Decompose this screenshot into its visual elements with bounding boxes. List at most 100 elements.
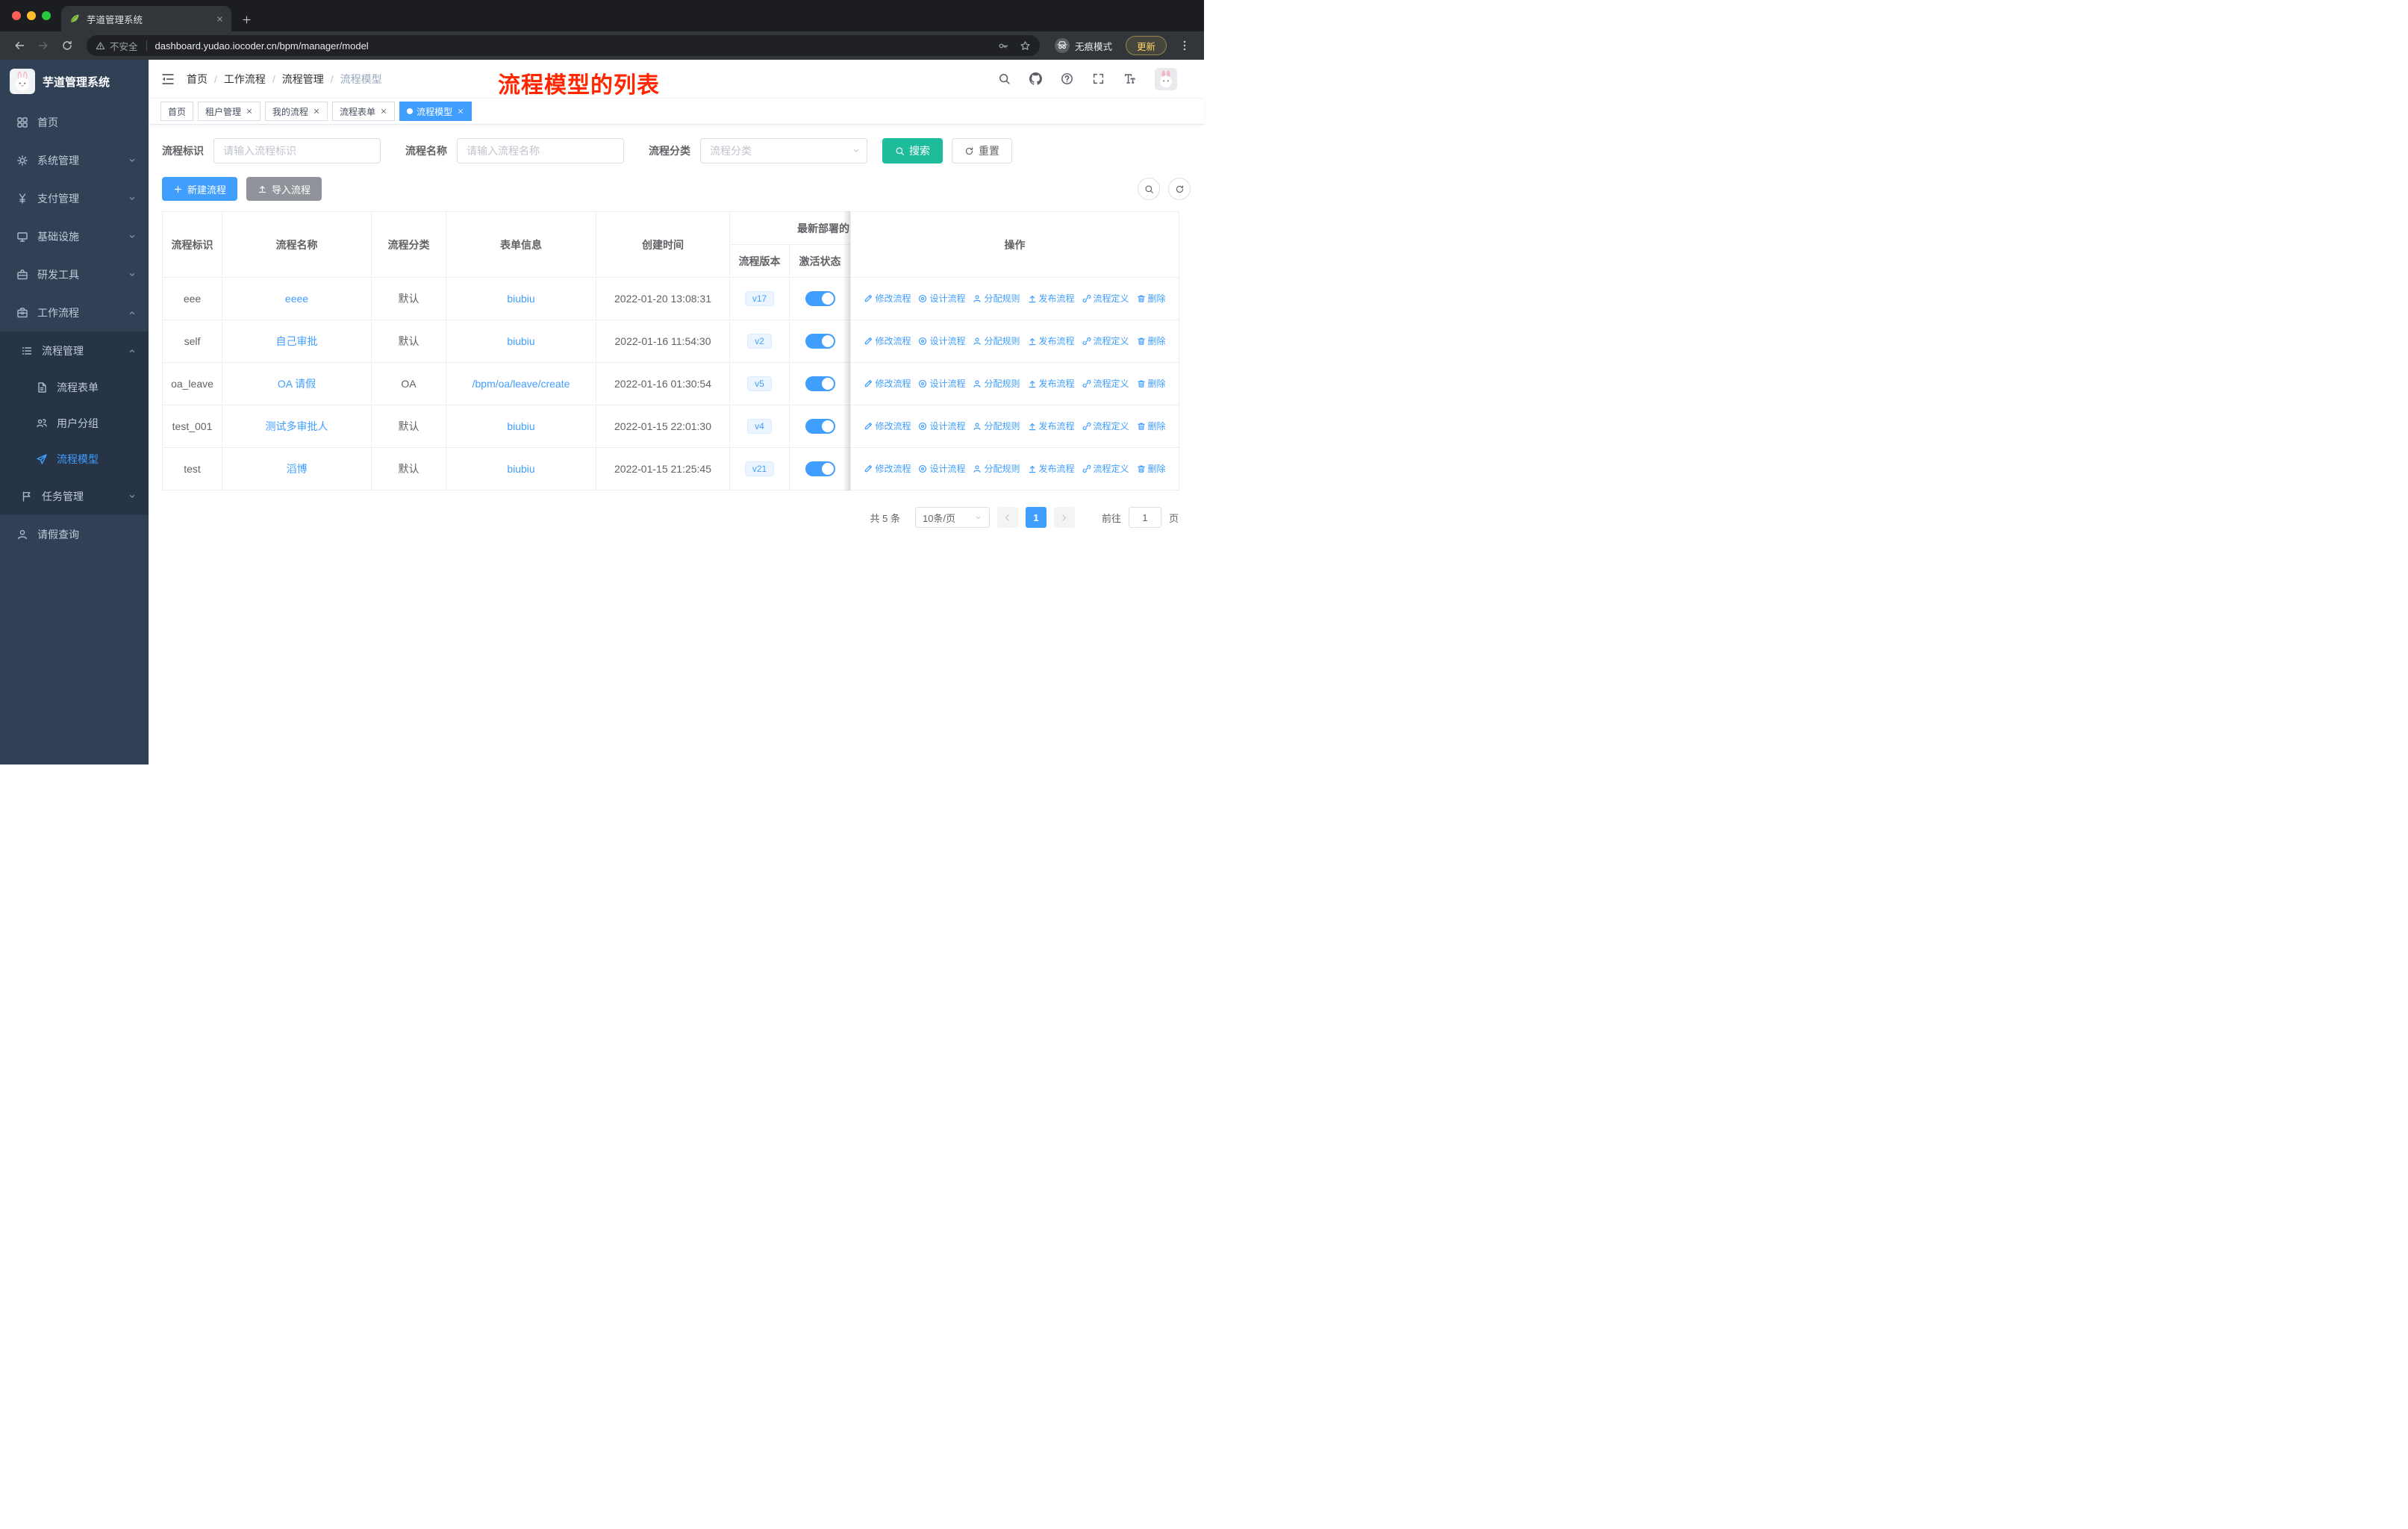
form-link[interactable]: biubiu (507, 420, 534, 432)
back-icon[interactable] (9, 35, 30, 56)
op-design[interactable]: 设计流程 (918, 420, 965, 432)
import-process-button[interactable]: 导入流程 (246, 177, 322, 201)
window-zoom-button[interactable] (42, 11, 51, 20)
op-assign[interactable]: 分配规则 (973, 334, 1020, 347)
op-assign[interactable]: 分配规则 (973, 292, 1020, 305)
sidebar-item-5[interactable]: 工作流程 (0, 293, 149, 331)
process-name-link[interactable]: 测试多审批人 (266, 420, 328, 432)
op-design[interactable]: 设计流程 (918, 334, 965, 347)
op-edit[interactable]: 修改流程 (864, 462, 911, 475)
process-name-link[interactable]: 滔博 (287, 463, 308, 475)
op-definition[interactable]: 流程定义 (1082, 420, 1129, 432)
page-size-select[interactable]: 10条/页 (914, 507, 990, 528)
op-definition[interactable]: 流程定义 (1082, 377, 1129, 390)
sidebar-item-3[interactable]: 基础设施 (0, 217, 149, 255)
browser-tab[interactable]: 芋道管理系统 (61, 6, 231, 31)
op-edit[interactable]: 修改流程 (864, 292, 911, 305)
hamburger-icon[interactable] (160, 72, 175, 87)
refresh-table-button[interactable] (1168, 178, 1191, 200)
sidebar-item-leave-query[interactable]: 请假查询 (0, 515, 149, 553)
sidebar-subitem-流程表单[interactable]: 流程表单 (0, 370, 149, 405)
close-icon[interactable] (457, 108, 464, 115)
breadcrumb-item-1[interactable]: 工作流程 (224, 72, 266, 87)
sidebar-item-task-mgmt[interactable]: 任务管理 (0, 477, 149, 515)
op-edit[interactable]: 修改流程 (864, 334, 911, 347)
close-icon[interactable] (246, 108, 253, 115)
sidebar-subitem-用户分组[interactable]: 用户分组 (0, 405, 149, 441)
window-close-button[interactable] (12, 11, 21, 20)
tag-租户管理[interactable]: 租户管理 (198, 102, 261, 121)
process-name-link[interactable]: OA 请假 (278, 378, 316, 390)
form-link[interactable]: biubiu (507, 293, 534, 305)
category-select[interactable] (700, 138, 867, 164)
sidebar-item-process-mgmt[interactable]: 流程管理 (0, 331, 149, 370)
breadcrumb-item-2[interactable]: 流程管理 (282, 72, 324, 87)
op-edit[interactable]: 修改流程 (864, 420, 911, 432)
goto-page-input[interactable] (1128, 507, 1161, 528)
search-icon[interactable] (998, 72, 1011, 85)
tag-我的流程[interactable]: 我的流程 (265, 102, 328, 121)
op-design[interactable]: 设计流程 (918, 462, 965, 475)
address-bar[interactable]: 不安全 dashboard.yudao.iocoder.cn/bpm/manag… (87, 35, 1040, 56)
op-delete[interactable]: 删除 (1137, 420, 1166, 432)
form-link[interactable]: biubiu (507, 335, 534, 347)
next-page-button[interactable] (1053, 507, 1075, 528)
op-design[interactable]: 设计流程 (918, 292, 965, 305)
op-design[interactable]: 设计流程 (918, 377, 965, 390)
op-publish[interactable]: 发布流程 (1028, 420, 1075, 432)
op-definition[interactable]: 流程定义 (1082, 292, 1129, 305)
sidebar-subitem-流程模型[interactable]: 流程模型 (0, 441, 149, 477)
question-icon[interactable] (1061, 72, 1073, 85)
process-name-input[interactable] (457, 138, 624, 164)
create-process-button[interactable]: 新建流程 (162, 177, 238, 201)
fullscreen-icon[interactable] (1092, 72, 1105, 85)
more-vert-icon[interactable] (1174, 35, 1195, 56)
github-icon[interactable] (1029, 72, 1042, 85)
active-toggle[interactable] (805, 334, 835, 349)
form-link[interactable]: biubiu (507, 463, 534, 475)
op-publish[interactable]: 发布流程 (1028, 292, 1075, 305)
breadcrumb-item-3[interactable]: 流程模型 (340, 72, 382, 87)
active-toggle[interactable] (805, 419, 835, 434)
key-icon[interactable] (998, 40, 1009, 52)
op-definition[interactable]: 流程定义 (1082, 462, 1129, 475)
update-button[interactable]: 更新 (1125, 36, 1167, 55)
active-toggle[interactable] (805, 376, 835, 391)
avatar[interactable] (1155, 67, 1177, 90)
op-assign[interactable]: 分配规则 (973, 420, 1020, 432)
tag-首页[interactable]: 首页 (160, 102, 194, 121)
op-delete[interactable]: 删除 (1137, 462, 1166, 475)
op-definition[interactable]: 流程定义 (1082, 334, 1129, 347)
op-delete[interactable]: 删除 (1137, 292, 1166, 305)
window-minimize-button[interactable] (27, 11, 36, 20)
search-button[interactable]: 搜索 (882, 138, 943, 164)
sidebar-item-4[interactable]: 研发工具 (0, 255, 149, 293)
close-icon[interactable] (380, 108, 387, 115)
reload-icon[interactable] (57, 35, 78, 56)
close-icon[interactable] (313, 108, 320, 115)
star-icon[interactable] (1020, 40, 1031, 52)
new-tab-button[interactable] (242, 15, 252, 25)
form-link[interactable]: /bpm/oa/leave/create (472, 378, 570, 390)
sidebar-item-0[interactable]: 首页 (0, 103, 149, 141)
reset-button[interactable]: 重置 (952, 138, 1012, 164)
sidebar-item-2[interactable]: 支付管理 (0, 179, 149, 217)
process-name-link[interactable]: 自己审批 (276, 335, 318, 347)
op-assign[interactable]: 分配规则 (973, 377, 1020, 390)
op-publish[interactable]: 发布流程 (1028, 462, 1075, 475)
forward-icon[interactable] (33, 35, 54, 56)
op-delete[interactable]: 删除 (1137, 377, 1166, 390)
app-logo-row[interactable]: 芋道管理系统 (0, 60, 149, 103)
active-toggle[interactable] (805, 461, 835, 476)
active-toggle[interactable] (805, 291, 835, 306)
op-publish[interactable]: 发布流程 (1028, 334, 1075, 347)
tab-close-icon[interactable] (216, 15, 224, 23)
op-publish[interactable]: 发布流程 (1028, 377, 1075, 390)
op-assign[interactable]: 分配规则 (973, 462, 1020, 475)
process-name-link[interactable]: eeee (285, 293, 308, 305)
breadcrumb-item-0[interactable]: 首页 (187, 72, 208, 87)
sidebar-item-1[interactable]: 系统管理 (0, 141, 149, 179)
op-edit[interactable]: 修改流程 (864, 377, 911, 390)
op-delete[interactable]: 删除 (1137, 334, 1166, 347)
tag-流程模型[interactable]: 流程模型 (399, 102, 472, 121)
